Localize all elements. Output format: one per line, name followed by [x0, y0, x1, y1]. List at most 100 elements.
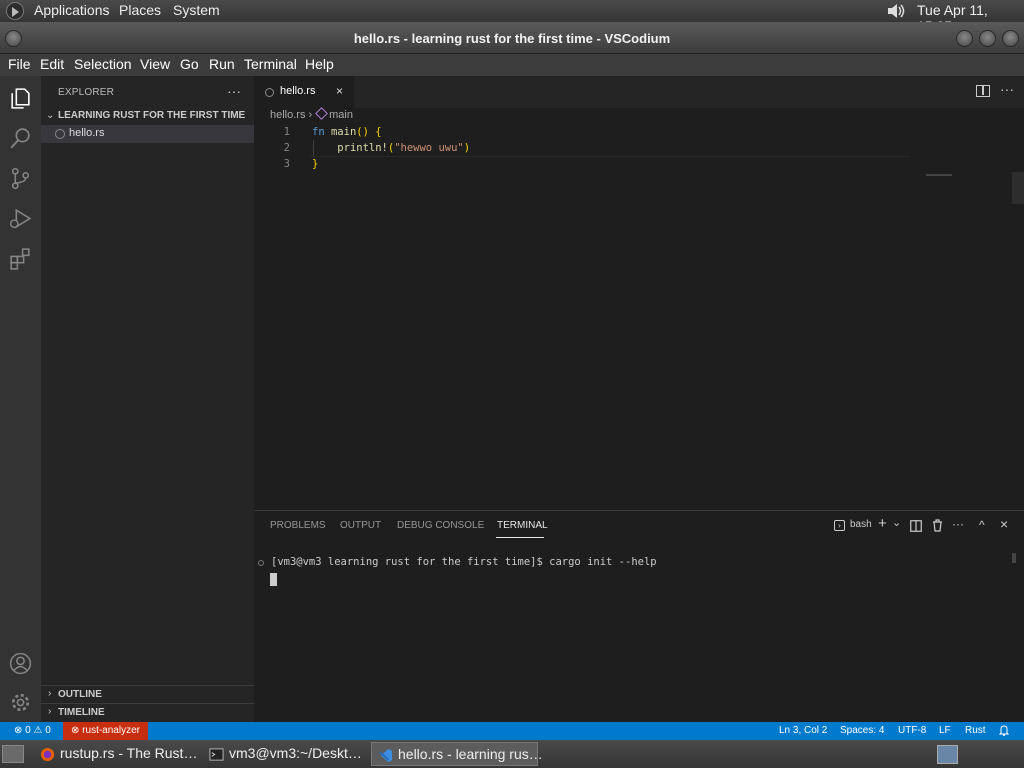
chevron-down-icon[interactable]: ⌄: [892, 516, 901, 529]
split-editor-icon[interactable]: [976, 85, 990, 97]
brace-token: }: [312, 158, 319, 170]
search-icon[interactable]: [8, 126, 33, 151]
applications-menu[interactable]: Applications: [34, 2, 110, 18]
chevron-right-icon: ›: [308, 109, 313, 121]
system-menu[interactable]: System: [173, 2, 220, 18]
menu-file[interactable]: File: [8, 56, 31, 72]
error-icon: ⊗: [14, 725, 23, 736]
close-window-button[interactable]: [1002, 30, 1019, 47]
terminal-app-icon: [209, 748, 224, 761]
rust-file-icon: [55, 129, 65, 139]
outline-label: OUTLINE: [58, 689, 102, 700]
editor-tab-bar: hello.rs × ···: [254, 76, 1024, 108]
chevron-down-icon: ⌄: [46, 110, 55, 121]
breadcrumb: hello.rs › main: [270, 107, 356, 125]
string-token: "hewwo uwu": [394, 142, 464, 154]
run-debug-icon[interactable]: [8, 206, 33, 231]
problems-status[interactable]: ⊗ 0 ⚠ 0: [14, 725, 51, 736]
chevron-right-icon: ›: [48, 706, 52, 717]
extensions-icon[interactable]: [8, 246, 33, 271]
task-vscodium[interactable]: hello.rs - learning rus…: [371, 742, 543, 766]
firefox-icon: [40, 747, 55, 762]
code-editor[interactable]: 1 fn main() { 2 println!("hewwo uwu") 3 …: [254, 124, 1024, 204]
outline-section[interactable]: › OUTLINE: [41, 685, 254, 703]
tab-output[interactable]: OUTPUT: [340, 520, 381, 531]
source-control-icon[interactable]: [8, 166, 33, 191]
account-icon[interactable]: [8, 651, 33, 676]
language-mode[interactable]: Rust: [965, 725, 986, 736]
editor-more-actions[interactable]: ···: [1000, 81, 1014, 97]
explorer-more-actions[interactable]: ···: [227, 83, 241, 99]
vscodium-icon: [378, 748, 393, 763]
new-terminal-icon[interactable]: +: [878, 515, 887, 532]
top-panel: Applications Places System Tue Apr 11, 1…: [0, 0, 1024, 34]
settings-gear-icon[interactable]: [8, 690, 33, 715]
keyword-token: fn: [312, 126, 325, 138]
cursor-position[interactable]: Ln 3, Col 2: [779, 725, 827, 736]
menu-go[interactable]: Go: [180, 56, 199, 72]
volume-icon[interactable]: [886, 2, 906, 20]
menu-selection[interactable]: Selection: [74, 56, 132, 72]
tab-problems[interactable]: PROBLEMS: [270, 520, 326, 531]
menu-view[interactable]: View: [140, 56, 170, 72]
warning-icon: ⚠: [33, 725, 43, 736]
terminal-line: [vm3@vm3 learning rust for the first tim…: [271, 556, 657, 568]
close-panel-icon[interactable]: ×: [1000, 516, 1008, 532]
error-count: 0: [25, 725, 31, 736]
encoding-status[interactable]: UTF-8: [898, 725, 926, 736]
rust-analyzer-status[interactable]: ⊗ rust-analyzer: [63, 722, 148, 740]
task-terminal[interactable]: vm3@vm3:~/Deskt…: [203, 742, 369, 766]
activity-bar: [0, 76, 41, 722]
menu-help[interactable]: Help: [305, 56, 334, 72]
warning-count: 0: [45, 725, 51, 736]
rust-file-icon: [265, 88, 274, 97]
show-desktop-icon[interactable]: [2, 745, 24, 763]
editor-scrollbar[interactable]: [1012, 172, 1024, 204]
notifications-bell-icon[interactable]: [999, 725, 1009, 736]
maximize-panel-icon[interactable]: ^: [979, 518, 985, 532]
tab-debug-console[interactable]: DEBUG CONSOLE: [397, 520, 484, 531]
timeline-label: TIMELINE: [58, 707, 105, 718]
minimap[interactable]: [926, 174, 952, 176]
window-title-bar[interactable]: hello.rs - learning rust for the first t…: [0, 22, 1024, 54]
task-firefox[interactable]: rustup.rs - The Rust…: [34, 742, 200, 766]
error-icon: ⊗: [71, 725, 80, 736]
breadcrumb-file[interactable]: hello.rs: [270, 109, 305, 121]
split-terminal-icon[interactable]: [910, 520, 922, 532]
workspace-switcher[interactable]: [937, 745, 958, 764]
menu-terminal[interactable]: Terminal: [244, 56, 297, 72]
menu-run[interactable]: Run: [209, 56, 235, 72]
explorer-sidebar: EXPLORER ··· ⌄ LEARNING RUST FOR THE FIR…: [41, 76, 254, 722]
places-menu[interactable]: Places: [119, 2, 161, 18]
tab-close-icon[interactable]: ×: [336, 84, 343, 98]
gnome-menu-icon[interactable]: [6, 2, 24, 20]
workspace-folder-header[interactable]: ⌄ LEARNING RUST FOR THE FIRST TIME: [41, 107, 254, 125]
tab-label: hello.rs: [280, 85, 316, 97]
trash-icon[interactable]: [932, 519, 943, 532]
file-tree-item-hello-rs[interactable]: hello.rs: [41, 125, 254, 143]
command-decoration-icon: [258, 560, 264, 566]
brace-token: {: [375, 126, 382, 138]
indentation-status[interactable]: Spaces: 4: [840, 725, 884, 736]
menu-edit[interactable]: Edit: [40, 56, 64, 72]
window-title: hello.rs - learning rust for the first t…: [353, 31, 671, 46]
terminal-scrollbar[interactable]: [1012, 553, 1016, 563]
minimize-button[interactable]: [956, 30, 973, 47]
code-line: 3 }: [254, 156, 1024, 172]
file-name: hello.rs: [69, 127, 105, 139]
eol-status[interactable]: LF: [939, 725, 951, 736]
tab-terminal[interactable]: TERMINAL: [497, 520, 548, 531]
terminal-shell-label[interactable]: bash: [850, 519, 872, 530]
breadcrumb-symbol[interactable]: main: [329, 109, 353, 121]
bottom-panel: PROBLEMS OUTPUT DEBUG CONSOLE TERMINAL ›…: [254, 510, 1024, 722]
task-label: rustup.rs - The Rust…: [60, 745, 198, 761]
explorer-icon[interactable]: [8, 86, 33, 111]
paren-token: ): [463, 142, 471, 154]
timeline-section[interactable]: › TIMELINE: [41, 703, 254, 721]
function-name-token: main: [330, 126, 357, 138]
maximize-button[interactable]: [979, 30, 996, 47]
code-line: 1 fn main() {: [254, 124, 1024, 140]
tab-hello-rs[interactable]: hello.rs ×: [254, 76, 354, 108]
line-number: 1: [283, 126, 290, 138]
more-actions-icon[interactable]: ···: [952, 517, 964, 531]
